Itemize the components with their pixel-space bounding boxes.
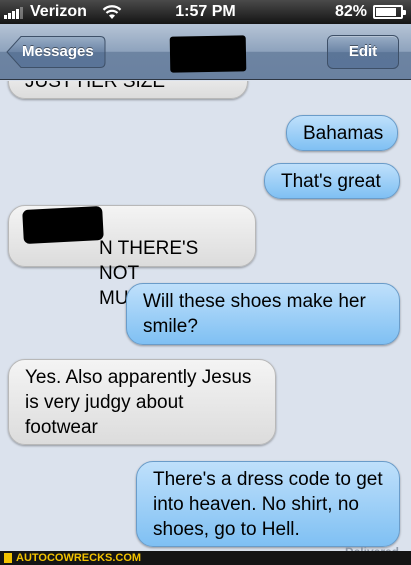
navigation-bar: Messages Edit (0, 24, 411, 80)
message-bubble-incoming: JUST HER SIZE (8, 81, 248, 99)
message-bubble-outgoing: Bahamas (286, 115, 398, 151)
back-button-label: Messages (22, 43, 94, 60)
edit-button[interactable]: Edit (327, 35, 399, 69)
message-text: Bahamas (303, 123, 384, 144)
contact-name (160, 35, 260, 73)
message-bubble-incoming: Yes. Also apparently Jesus is very judgy… (8, 359, 276, 445)
redaction-mark (169, 35, 247, 73)
message-text: JUST HER SIZE (25, 81, 166, 92)
battery-fill (376, 8, 396, 16)
watermark-bar: AUTOCOWRECKS.COM (0, 551, 411, 565)
message-bubble-incoming: N THERE'S NOT MUCH TIME (8, 205, 256, 309)
message-text: That's great (281, 171, 381, 192)
back-to-messages-button[interactable]: Messages (6, 35, 106, 69)
message-bubble-outgoing: There's a dress code to get into heaven.… (136, 461, 400, 547)
message-bubble-outgoing: Will these shoes make her smile? (126, 283, 400, 345)
message-text: There's a dress code to get into heaven.… (153, 469, 383, 540)
message-thread[interactable]: JUST HER SIZE Bahamas That's great N THE… (0, 81, 411, 551)
watermark-text: AUTOCOWRECKS.COM (16, 552, 142, 564)
battery-percent: 82% (334, 3, 367, 20)
watermark-logo (4, 553, 12, 563)
battery-icon (373, 5, 406, 19)
message-bubble-outgoing: That's great (264, 163, 400, 199)
message-text: Yes. Also apparently Jesus is very judgy… (25, 367, 252, 438)
message-text: Will these shoes make her smile? (143, 291, 366, 337)
redaction-mark (22, 205, 104, 245)
status-bar: Verizon 1:57 PM 82% (0, 0, 411, 24)
